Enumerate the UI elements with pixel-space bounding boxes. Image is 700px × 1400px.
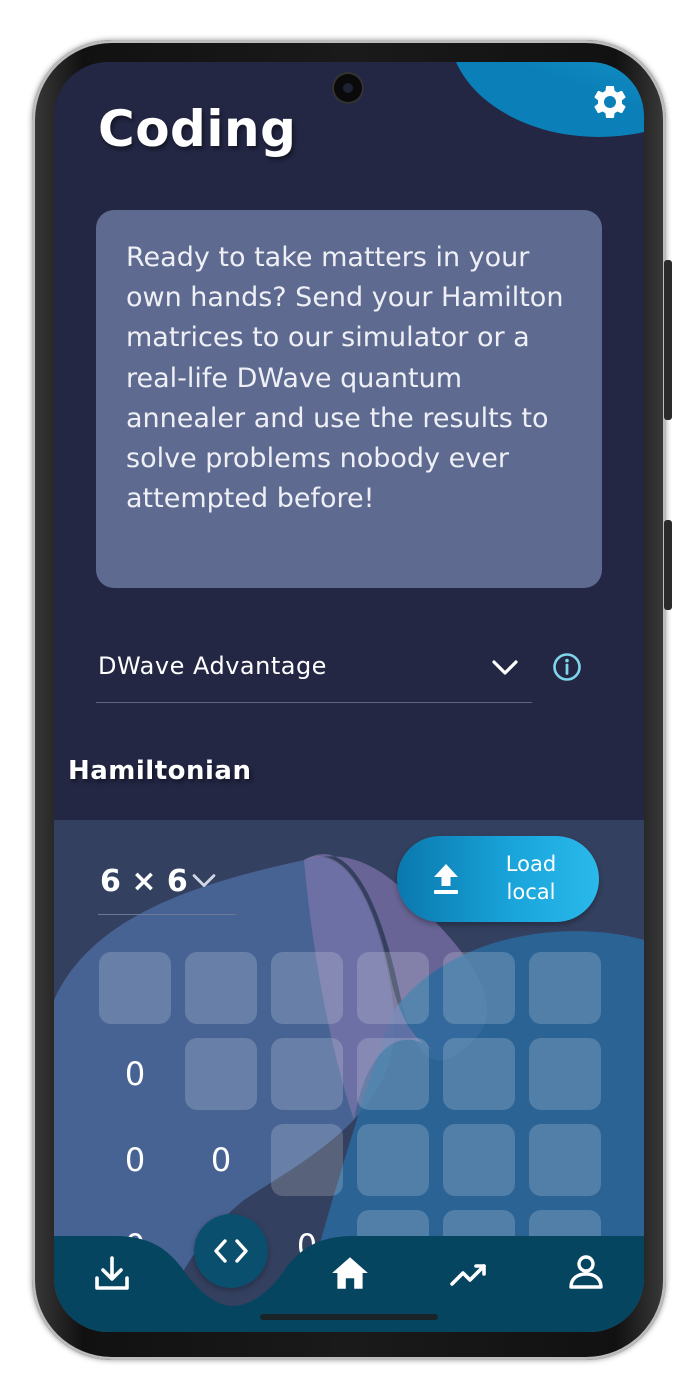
- app-screen: Coding Ready to take matters in your own…: [54, 62, 644, 1332]
- home-indicator[interactable]: [260, 1314, 438, 1320]
- chart-line-icon[interactable]: [448, 1254, 488, 1294]
- matrix-cell[interactable]: [357, 952, 429, 1024]
- matrix-cell[interactable]: [529, 952, 601, 1024]
- matrix-cell[interactable]: [185, 1038, 257, 1110]
- load-local-button[interactable]: Load local: [397, 836, 599, 922]
- user-icon[interactable]: [566, 1252, 606, 1292]
- matrix-cell[interactable]: [271, 952, 343, 1024]
- chevron-down-icon: [492, 660, 518, 675]
- size-select[interactable]: 6 × 6: [98, 848, 236, 915]
- matrix-cell[interactable]: [357, 1124, 429, 1196]
- page-title: Coding: [98, 100, 297, 158]
- front-camera: [334, 74, 362, 102]
- gear-icon[interactable]: [590, 82, 630, 122]
- matrix-cell[interactable]: [529, 1038, 601, 1110]
- home-icon[interactable]: [329, 1252, 371, 1294]
- matrix-cell[interactable]: [357, 1038, 429, 1110]
- matrix-cell-fixed: 0: [124, 1141, 146, 1179]
- info-icon[interactable]: [552, 652, 582, 682]
- power-button: [664, 520, 672, 610]
- load-local-button-label: Load local: [505, 852, 557, 904]
- matrix-cell-fixed: 0: [124, 1055, 146, 1093]
- download-icon[interactable]: [92, 1254, 132, 1294]
- matrix-cell[interactable]: [99, 952, 171, 1024]
- code-fab-button[interactable]: [194, 1214, 268, 1288]
- info-card-text: Ready to take matters in your own hands?…: [126, 242, 564, 515]
- matrix-cell[interactable]: [185, 952, 257, 1024]
- volume-button: [664, 260, 672, 420]
- device-select[interactable]: DWave Advantage: [96, 646, 532, 703]
- section-title-hamiltonian: Hamiltonian: [68, 756, 252, 786]
- matrix-cell[interactable]: [271, 1124, 343, 1196]
- matrix-cell[interactable]: [443, 952, 515, 1024]
- matrix-cell[interactable]: [443, 1124, 515, 1196]
- device-select-value: DWave Advantage: [98, 652, 327, 680]
- matrix-cell[interactable]: [529, 1124, 601, 1196]
- matrix-cell-fixed: 0: [210, 1141, 232, 1179]
- info-card: Ready to take matters in your own hands?…: [96, 210, 602, 588]
- matrix-cell[interactable]: [443, 1038, 515, 1110]
- code-icon: [214, 1239, 248, 1263]
- upload-icon: [434, 864, 458, 894]
- matrix-cell[interactable]: [271, 1038, 343, 1110]
- size-select-value: 6 × 6: [100, 864, 188, 899]
- chevron-down-icon: [192, 874, 216, 887]
